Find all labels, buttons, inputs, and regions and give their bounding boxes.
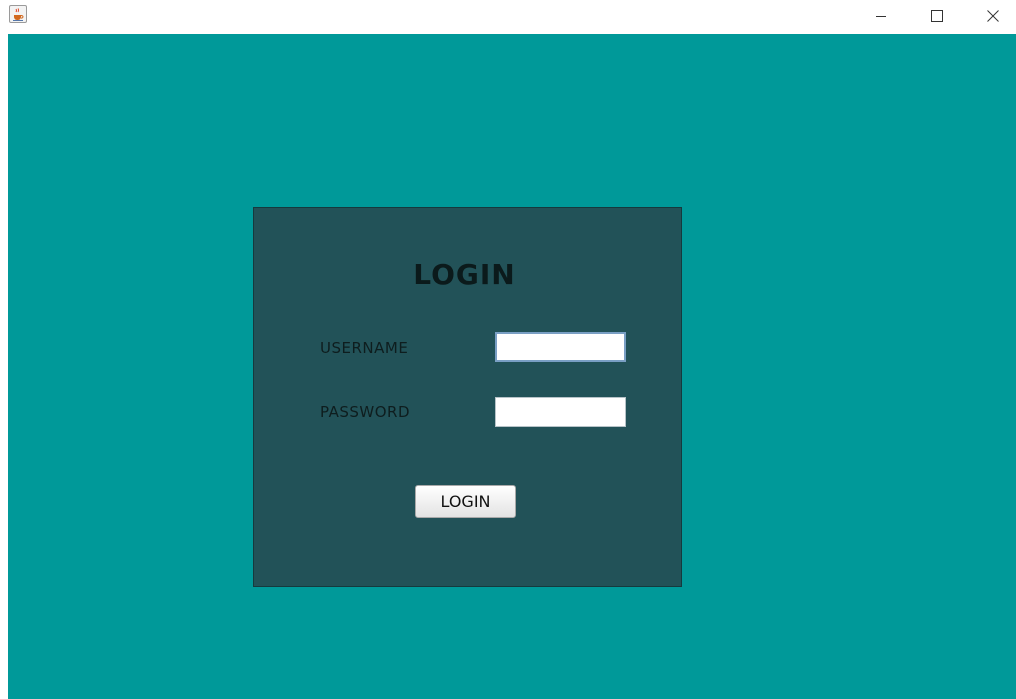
maximize-icon bbox=[931, 7, 943, 26]
username-label: USERNAME bbox=[320, 339, 409, 357]
application-window: LOGIN USERNAME PASSWORD LOGIN bbox=[0, 0, 1016, 699]
maximize-button[interactable] bbox=[914, 0, 960, 32]
content-area: LOGIN USERNAME PASSWORD LOGIN bbox=[8, 34, 1016, 699]
login-panel: LOGIN USERNAME PASSWORD LOGIN bbox=[253, 207, 682, 587]
java-coffee-cup-icon[interactable] bbox=[9, 5, 27, 23]
title-bar[interactable] bbox=[0, 0, 1016, 34]
password-input[interactable] bbox=[495, 397, 626, 427]
close-icon bbox=[987, 7, 999, 26]
password-label: PASSWORD bbox=[320, 403, 411, 421]
close-button[interactable] bbox=[970, 0, 1016, 32]
login-button[interactable]: LOGIN bbox=[415, 485, 516, 518]
minimize-button[interactable] bbox=[858, 0, 904, 32]
minimize-icon bbox=[875, 7, 887, 26]
login-title: LOGIN bbox=[413, 258, 516, 291]
username-input[interactable] bbox=[495, 332, 626, 362]
